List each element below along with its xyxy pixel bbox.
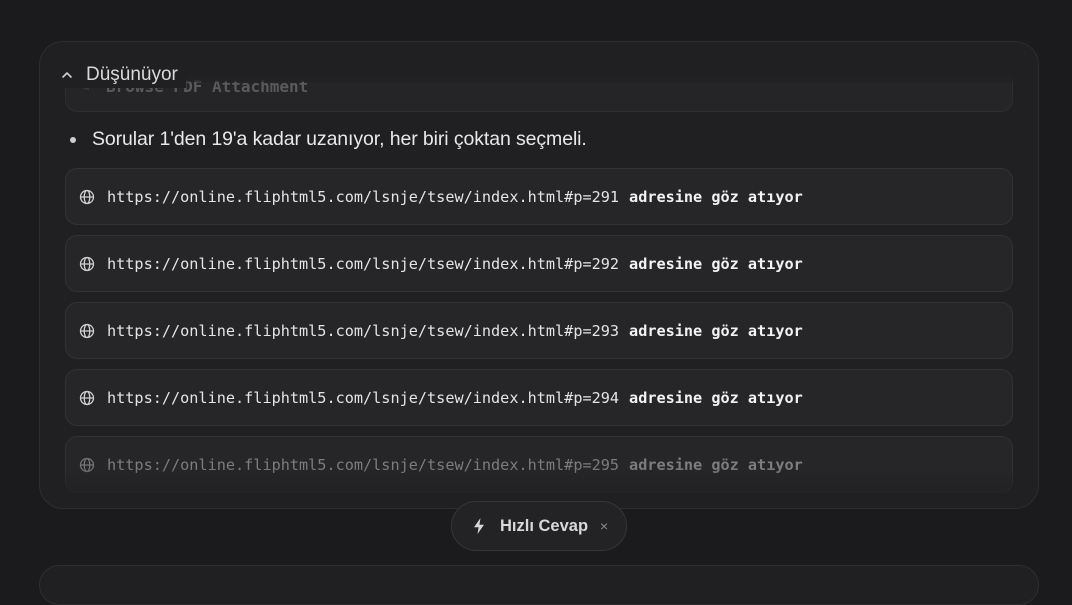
globe-icon [79,457,95,473]
thinking-label: Düşünüyor [86,64,178,85]
row-action: adresine göz atıyor [629,321,803,340]
bullet-dot [70,136,76,143]
header-mask [40,42,1038,82]
bullet-text: Sorular 1'den 19'a kadar uzanıyor, her b… [92,128,587,150]
browse-row[interactable]: https://online.fliphtml5.com/lsnje/tsew/… [65,168,1013,225]
quick-reply-label: Hızlı Cevap [500,516,589,535]
close-icon[interactable]: × [600,518,608,534]
lightning-icon [471,517,487,535]
thinking-bullet: Sorular 1'den 19'a kadar uzanıyor, her b… [68,128,587,151]
row-url[interactable]: https://online.fliphtml5.com/lsnje/tsew/… [107,255,619,273]
row-url[interactable]: https://online.fliphtml5.com/lsnje/tsew/… [107,389,619,407]
quick-reply-button[interactable]: Hızlı Cevap × [451,501,627,551]
browse-row[interactable]: https://online.fliphtml5.com/lsnje/tsew/… [65,235,1013,292]
browse-row[interactable]: https://online.fliphtml5.com/lsnje/tsew/… [65,302,1013,359]
globe-icon [79,323,95,339]
row-action: adresine göz atıyor [629,455,803,474]
globe-icon [79,390,95,406]
thinking-panel: ✎ Browse PDF Attachment Düşünüyor Sorula… [39,41,1039,509]
composer-edge [39,565,1039,605]
row-action: adresine göz atıyor [629,254,803,273]
globe-icon [79,189,95,205]
chevron-up-icon [60,68,74,82]
row-url[interactable]: https://online.fliphtml5.com/lsnje/tsew/… [107,456,619,474]
browse-row[interactable]: https://online.fliphtml5.com/lsnje/tsew/… [65,369,1013,426]
browse-row[interactable]: https://online.fliphtml5.com/lsnje/tsew/… [65,436,1013,493]
row-url[interactable]: https://online.fliphtml5.com/lsnje/tsew/… [107,322,619,340]
row-action: adresine göz atıyor [629,388,803,407]
globe-icon [79,256,95,272]
thinking-toggle[interactable]: Düşünüyor [60,62,186,88]
row-url[interactable]: https://online.fliphtml5.com/lsnje/tsew/… [107,188,619,206]
row-action: adresine göz atıyor [629,187,803,206]
